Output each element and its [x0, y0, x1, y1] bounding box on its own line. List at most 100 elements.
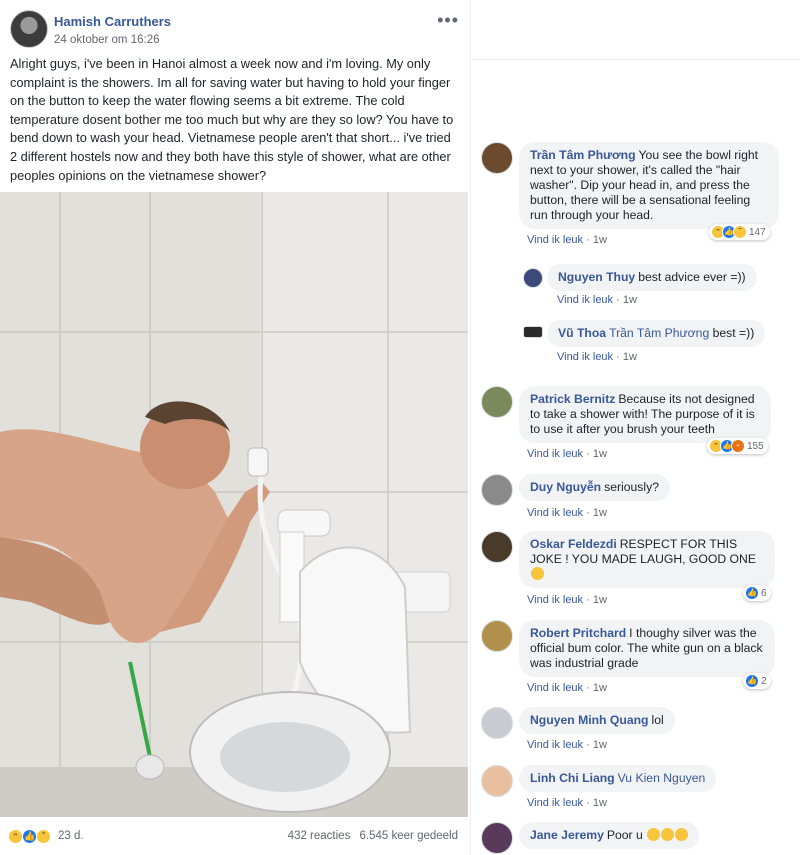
more-options-icon[interactable]: •••	[437, 10, 459, 31]
comment-count-link[interactable]: 432 reacties	[288, 830, 351, 842]
comment: Patrick Bernitz Because its not designed …	[481, 386, 796, 466]
comment-time[interactable]: 1w	[593, 739, 607, 751]
facebook-post-screenshot: Hamish Carruthers 24 oktober om 16:26 ••…	[0, 0, 800, 855]
like-link[interactable]: Vind ik leuk	[527, 739, 583, 751]
laughing-emoji-icon	[647, 828, 661, 841]
laughing-emoji-icon	[661, 828, 675, 841]
comment-bubble: Vũ Thoa Trần Tâm Phương best =))	[547, 320, 766, 347]
post: Hamish Carruthers 24 oktober om 16:26 ••…	[0, 0, 470, 855]
like-link[interactable]: Vind ik leuk	[527, 507, 583, 519]
comment-time[interactable]: 1w	[623, 351, 637, 363]
mention-tag[interactable]: Trần Tâm Phương	[609, 326, 709, 340]
comment-time[interactable]: 1w	[593, 682, 607, 694]
avatar[interactable]	[523, 268, 543, 288]
post-stats: 432 reacties 6.545 keer gedeeld	[282, 830, 458, 842]
comment-actions: Vind ik leuk · 1w	[527, 594, 607, 606]
comment-time[interactable]: 1w	[593, 797, 607, 809]
avatar[interactable]	[481, 620, 513, 652]
avatar[interactable]	[481, 386, 513, 418]
comment-time[interactable]: 1w	[593, 234, 607, 246]
avatar[interactable]	[523, 326, 543, 338]
like-reaction-icon: 👍	[745, 586, 759, 600]
like-link[interactable]: Vind ik leuk	[527, 797, 583, 809]
comment-bubble: Robert Pritchard I thoughy silver was the…	[519, 620, 775, 677]
post-timestamp[interactable]: 24 oktober om 16:26	[54, 34, 160, 46]
comment-author[interactable]: Trần Tâm Phương	[530, 148, 636, 162]
author-avatar[interactable]	[10, 10, 48, 48]
post-reaction-icons[interactable]: ᵔ 👍 ˘	[8, 829, 52, 844]
comment-reactions[interactable]: ᵔ 👍 ˘ 147	[709, 224, 770, 240]
comment-actions: Vind ik leuk · 1w	[557, 294, 637, 306]
post-text: Alright guys, i've been in Hanoi almost …	[10, 56, 454, 183]
reaction-count: 6	[761, 587, 767, 599]
reaction-count: 147	[749, 226, 766, 238]
like-reaction-icon: 👍	[22, 829, 38, 844]
share-count-link[interactable]: 6.545 keer gedeeld	[360, 830, 458, 842]
comment-author[interactable]: Duy Nguyễn	[530, 480, 601, 494]
avatar[interactable]	[481, 822, 513, 854]
comment-actions: Vind ik leuk · 1w	[527, 234, 607, 246]
comment-author[interactable]: Vũ Thoa	[558, 326, 606, 340]
mention-tag[interactable]: Vu Kien Nguyen	[618, 771, 706, 785]
laughing-emoji-icon	[675, 828, 689, 841]
like-link[interactable]: Vind ik leuk	[527, 234, 583, 246]
reply: Vũ Thoa Trần Tâm Phương best =)) Vind ik …	[523, 320, 793, 365]
like-link[interactable]: Vind ik leuk	[557, 294, 613, 306]
comment-time[interactable]: 1w	[593, 448, 607, 460]
comment-bubble: Patrick Bernitz Because its not designed …	[519, 386, 771, 443]
comment-reactions[interactable]: 👍 6	[743, 585, 771, 601]
avatar[interactable]	[481, 474, 513, 506]
comment-actions: Vind ik leuk · 1w	[557, 351, 637, 363]
shower-photo-illustration	[0, 192, 468, 817]
like-link[interactable]: Vind ik leuk	[527, 594, 583, 606]
comment-author[interactable]: Nguyen Minh Quang	[530, 713, 648, 727]
comment-bubble: Nguyen Minh Quang lol	[519, 707, 675, 734]
divider	[471, 59, 800, 60]
comment-author[interactable]: Nguyen Thuy	[558, 270, 635, 284]
angry-reaction-icon: ᵕ	[731, 439, 745, 453]
comment-actions: Vind ik leuk · 1w	[527, 797, 607, 809]
comment-author[interactable]: Robert Pritchard	[530, 626, 626, 640]
comment-bubble: Linh Chi Liang Vu Kien Nguyen	[519, 765, 717, 792]
comment-author[interactable]: Oskar Feldezdi	[530, 537, 617, 551]
comment-time[interactable]: 1w	[593, 594, 607, 606]
avatar[interactable]	[481, 142, 513, 174]
comment: Nguyen Minh Quang lol Vind ik leuk · 1w	[481, 707, 796, 757]
post-author-name[interactable]: Hamish Carruthers	[54, 14, 171, 29]
comment-reactions[interactable]: 👍 2	[743, 673, 771, 689]
laughing-emoji-icon	[531, 567, 544, 580]
comment-text: best =))	[712, 326, 755, 340]
comment-bubble: Nguyen Thuy best advice ever =))	[547, 264, 757, 291]
reaction-count: 2	[761, 675, 767, 687]
reply: Nguyen Thuy best advice ever =)) Vind ik …	[523, 264, 793, 309]
post-reaction-count[interactable]: 23 d.	[58, 830, 84, 842]
comment-actions: Vind ik leuk · 1w	[527, 682, 607, 694]
comment-bubble: Oskar Feldezdi RESPECT FOR THIS JOKE ! YO…	[519, 531, 775, 588]
comment-author[interactable]: Jane Jeremy	[530, 828, 604, 842]
comment-author[interactable]: Linh Chi Liang	[530, 771, 615, 785]
comment-text: seriously?	[604, 480, 659, 494]
like-link[interactable]: Vind ik leuk	[527, 682, 583, 694]
haha-reaction-icon: ᵔ	[8, 829, 23, 844]
comment-actions: Vind ik leuk · 1w	[527, 448, 607, 460]
avatar[interactable]	[481, 531, 513, 563]
comment: Duy Nguyễn seriously? Vind ik leuk · 1w	[481, 474, 796, 524]
comment-reactions[interactable]: ᵔ 👍 ᵕ 155	[707, 438, 768, 454]
comment-actions: Vind ik leuk · 1w	[527, 739, 607, 751]
like-link[interactable]: Vind ik leuk	[557, 351, 613, 363]
comment-time[interactable]: 1w	[623, 294, 637, 306]
comment-author[interactable]: Patrick Bernitz	[530, 392, 615, 406]
avatar[interactable]	[481, 765, 513, 797]
avatar[interactable]	[481, 707, 513, 739]
post-photo[interactable]	[0, 192, 468, 817]
comment-text: Poor u	[606, 828, 643, 842]
comment-bubble: Jane Jeremy Poor u	[519, 822, 700, 849]
sad-reaction-icon: ˘	[36, 829, 52, 844]
like-link[interactable]: Vind ik leuk	[527, 448, 583, 460]
like-reaction-icon: 👍	[745, 674, 759, 688]
comment-bubble: Trần Tâm Phương You see the bowl right ne…	[519, 142, 779, 229]
comments-panel: Trần Tâm Phương You see the bowl right ne…	[470, 0, 800, 855]
post-header: Hamish Carruthers 24 oktober om 16:26 ••…	[10, 10, 465, 50]
comment-bubble: Duy Nguyễn seriously?	[519, 474, 670, 501]
comment-time[interactable]: 1w	[593, 507, 607, 519]
